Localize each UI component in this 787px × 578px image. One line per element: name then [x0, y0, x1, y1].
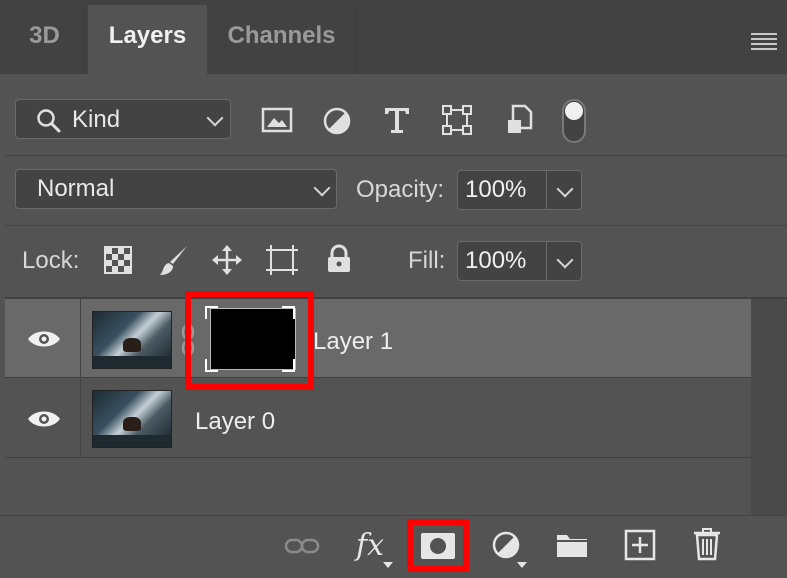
layer-name[interactable]: Layer 0 — [195, 408, 275, 436]
new-layer-icon[interactable] — [624, 529, 656, 561]
link-layers-icon[interactable] — [284, 536, 320, 556]
layer-row-layer-1[interactable]: Layer 1 — [5, 299, 751, 378]
type-filter-icon[interactable] — [383, 105, 411, 135]
opacity-label: Opacity: — [356, 176, 445, 203]
visibility-toggle[interactable] — [5, 379, 81, 457]
layers-scrollbar[interactable] — [751, 299, 787, 515]
lock-image-pixels-icon[interactable] — [158, 244, 190, 278]
layer-name[interactable]: Layer 1 — [313, 328, 393, 356]
fill-label: Fill: — [408, 247, 446, 274]
tab-layers[interactable]: Layers — [88, 5, 207, 74]
layers-list: Layer 1 Layer 0 — [5, 299, 751, 515]
fill-field[interactable]: 100% — [457, 241, 582, 281]
mask-thumbnail-highlight — [185, 291, 314, 390]
layer-thumbnail[interactable] — [92, 390, 172, 448]
fx-icon[interactable]: fx — [356, 528, 384, 563]
panel-tab-bar: 3D Layers Channels — [0, 0, 787, 74]
lock-label: Lock: — [22, 247, 80, 274]
lock-all-icon[interactable] — [325, 244, 353, 274]
eye-icon[interactable] — [27, 329, 61, 349]
add-mask-button-highlight — [407, 519, 469, 572]
layer-thumbnail[interactable] — [92, 311, 172, 369]
adjustment-filter-icon[interactable] — [322, 106, 352, 136]
chevron-down-icon — [206, 109, 224, 127]
blend-mode-value: Normal — [37, 175, 115, 202]
fx-dropdown-icon[interactable] — [383, 562, 393, 568]
chevron-down-icon — [313, 179, 331, 197]
divider — [5, 225, 787, 226]
opacity-field[interactable]: 100% — [457, 170, 582, 210]
fill-value[interactable]: 100% — [465, 247, 526, 275]
shape-filter-icon[interactable] — [442, 105, 472, 135]
tab-channels[interactable]: Channels — [208, 5, 356, 74]
lock-transparent-pixels-icon[interactable] — [104, 246, 132, 274]
tab-3d[interactable]: 3D — [5, 5, 85, 74]
adjustment-dropdown-icon[interactable] — [517, 562, 527, 568]
image-filter-icon[interactable] — [261, 106, 293, 134]
group-folder-icon[interactable] — [555, 531, 589, 559]
chevron-down-icon[interactable] — [556, 251, 574, 269]
eye-icon[interactable] — [27, 409, 61, 429]
chevron-down-icon[interactable] — [556, 180, 574, 198]
layer-row-layer-0[interactable]: Layer 0 — [5, 379, 751, 458]
blend-mode-select[interactable]: Normal — [15, 169, 337, 209]
filter-toggle-icon[interactable] — [561, 98, 587, 144]
adjustment-layer-icon[interactable] — [491, 530, 521, 560]
delete-icon[interactable] — [693, 527, 721, 561]
smart-object-filter-icon[interactable] — [505, 104, 533, 136]
layers-bottom-toolbar: fx — [0, 515, 787, 578]
panel-menu-icon[interactable] — [751, 33, 777, 50]
filter-kind-select[interactable]: Kind — [15, 99, 231, 139]
opacity-value[interactable]: 100% — [465, 176, 526, 204]
lock-position-icon[interactable] — [211, 244, 243, 276]
visibility-toggle[interactable] — [5, 299, 81, 377]
filter-kind-label: Kind — [72, 106, 121, 133]
search-icon — [37, 109, 61, 133]
divider — [5, 155, 787, 156]
lock-artboard-icon[interactable] — [265, 244, 299, 276]
